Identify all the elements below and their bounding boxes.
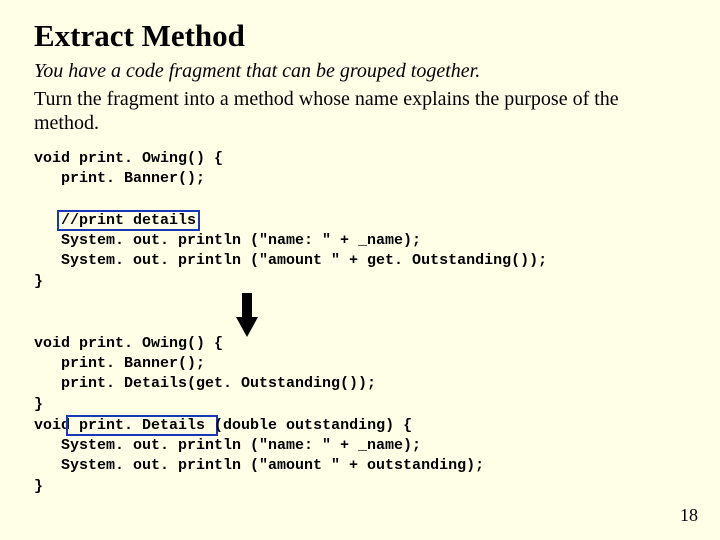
code-line: void print. Owing() { xyxy=(34,335,223,352)
page-number: 18 xyxy=(680,505,698,526)
problem-statement: You have a code fragment that can be gro… xyxy=(34,60,686,83)
code-line: } xyxy=(34,478,43,495)
slide: Extract Method You have a code fragment … xyxy=(0,0,720,540)
slide-title: Extract Method xyxy=(34,18,686,54)
code-line: } xyxy=(34,273,43,290)
code-line: void xyxy=(34,417,70,434)
code-line: System. out. println ("amount " + outsta… xyxy=(34,457,484,474)
code-line: print. Banner(); xyxy=(34,170,205,187)
code-line: print. Details(get. Outstanding()); xyxy=(34,375,376,392)
highlight-comment: //print details xyxy=(57,210,200,231)
code-after: void print. Owing() { print. Banner(); p… xyxy=(34,334,686,497)
code-line: } xyxy=(34,396,43,413)
code-line: print. Banner(); xyxy=(34,355,205,372)
solution-statement: Turn the fragment into a method whose na… xyxy=(34,87,674,135)
code-line: void print. Owing() { xyxy=(34,150,223,167)
code-line: System. out. println ("name: " + _name); xyxy=(34,232,421,249)
highlight-method-name: print. Details xyxy=(66,415,218,436)
code-line: (double outstanding) { xyxy=(214,417,412,434)
code-line: System. out. println ("amount " + get. O… xyxy=(34,252,547,269)
code-before: void print. Owing() { print. Banner(); /… xyxy=(34,149,686,292)
down-arrow-icon xyxy=(236,293,258,337)
code-line: System. out. println ("name: " + _name); xyxy=(34,437,421,454)
